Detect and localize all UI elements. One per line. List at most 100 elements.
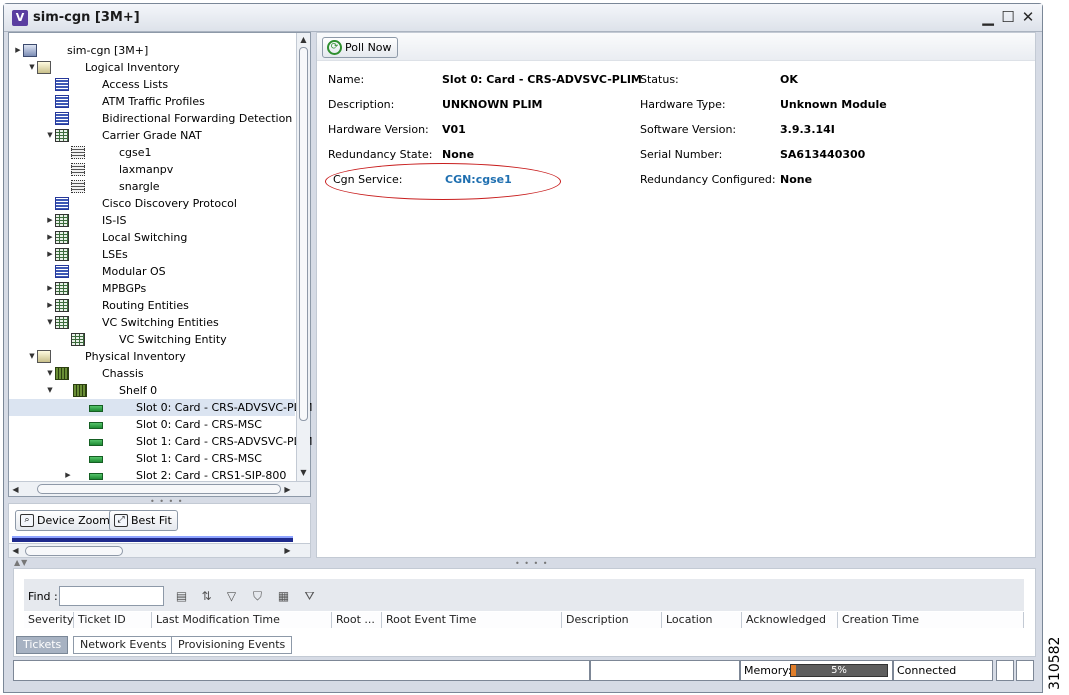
tree-item[interactable]: Modular OS — [9, 263, 295, 280]
tree-item[interactable]: ▶ Local Switching — [9, 229, 295, 246]
collapse-icon[interactable]: ▼ — [27, 348, 37, 365]
collapse-icon[interactable]: ▼ — [45, 382, 55, 399]
tree-item[interactable]: ATM Traffic Profiles — [9, 93, 295, 110]
hardware-type-value: Unknown Module — [780, 98, 887, 111]
column-header-severity[interactable]: Severity — [24, 612, 74, 628]
tree-item[interactable]: ▶ LSEs — [9, 246, 295, 263]
column-header-description[interactable]: Description — [562, 612, 662, 628]
scroll-up-icon[interactable]: ▲ — [297, 33, 310, 46]
inventory-tree[interactable]: ▶ sim-cgn [3M+] ▼ Logical Inventory Access L… — [8, 32, 313, 497]
column-header-root[interactable]: Root ... — [332, 612, 382, 628]
tree-item[interactable]: ▼ Chassis — [9, 365, 295, 382]
collapse-icon[interactable]: ▼ — [45, 127, 55, 144]
tree-item-label: Shelf 0 — [119, 384, 158, 397]
status-cell — [590, 660, 740, 681]
scroll-right-icon[interactable]: ▶ — [281, 544, 294, 557]
find-input[interactable] — [59, 586, 164, 606]
callout-ellipse — [325, 163, 561, 200]
tree-item[interactable]: Access Lists — [9, 76, 295, 93]
tree-item[interactable]: ▶ Routing Entities — [9, 297, 295, 314]
device-zoom-label: Device Zoom — [37, 514, 110, 527]
leaf-icon — [71, 163, 85, 176]
sort-icon[interactable]: ⇅ — [199, 589, 214, 604]
scroll-thumb[interactable] — [25, 546, 123, 556]
tree-item[interactable]: Bidirectional Forwarding Detection — [9, 110, 295, 127]
grid-icon — [55, 282, 69, 295]
tree-item[interactable]: Slot 0: Card - CRS-MSC — [9, 416, 295, 433]
column-header-acknowledged[interactable]: Acknowledged — [742, 612, 838, 628]
column-header-last-modification-time[interactable]: Last Modification Time — [152, 612, 332, 628]
redundancy-state-value: None — [442, 148, 475, 161]
splitter-handle[interactable]: • • • • — [515, 559, 549, 568]
tree-item[interactable]: ▶ MPBGPs — [9, 280, 295, 297]
find-label: Find : — [28, 590, 58, 603]
tree-item[interactable]: ▼ VC Switching Entities — [9, 314, 295, 331]
column-header-ticket-id[interactable]: Ticket ID — [74, 612, 152, 628]
tree-item[interactable]: Slot 1: Card - CRS-MSC — [9, 450, 295, 467]
tree-vertical-scrollbar[interactable]: ▲ ▼ — [296, 33, 310, 481]
expand-icon[interactable]: ▶ — [45, 212, 55, 229]
serial-number-value: SA613440300 — [780, 148, 866, 161]
tree-item[interactable]: VC Switching Entity — [9, 331, 295, 348]
tree-item[interactable]: Slot 1: Card - CRS-ADVSVC-PLIM — [9, 433, 313, 450]
tab-network-events[interactable]: Network Events — [73, 636, 174, 654]
tree-item-label: snargle — [119, 180, 160, 193]
tree-item-label: MPBGPs — [102, 282, 147, 295]
clear-filter-icon[interactable]: ⛛ — [302, 589, 317, 604]
tree-item[interactable]: ▼ Shelf 0 — [9, 382, 295, 399]
tree-item[interactable]: ▼ Carrier Grade NAT — [9, 127, 295, 144]
tree-item[interactable]: ▼ Logical Inventory — [9, 59, 295, 76]
collapse-icon[interactable]: ▼ — [27, 59, 37, 76]
tree-item[interactable]: ▶ sim-cgn [3M+] — [9, 42, 295, 59]
tab-tickets[interactable]: Tickets — [16, 636, 69, 654]
minimize-icon[interactable]: ▁ — [979, 8, 997, 26]
collapse-arrows-icon[interactable]: ▲▼ — [14, 558, 28, 567]
tree-item[interactable]: Cisco Discovery Protocol — [9, 195, 295, 212]
overview-map[interactable] — [12, 536, 293, 542]
name-value: Slot 0: Card - CRS-ADVSVC-PLIM — [442, 73, 642, 86]
close-icon[interactable]: ✕ — [1019, 8, 1037, 26]
software-version-value: 3.9.3.14I — [780, 123, 835, 136]
grid-icon — [55, 231, 69, 244]
scroll-thumb[interactable] — [37, 484, 281, 494]
device-zoom-button[interactable]: ⌕ Device Zoom — [15, 510, 116, 531]
collapse-icon[interactable]: ▼ — [45, 365, 55, 382]
column-header-creation-time[interactable]: Creation Time — [838, 612, 1024, 628]
tree-item-label: Chassis — [102, 367, 144, 380]
fit-icon: ⤢ — [114, 514, 128, 527]
serial-number-label: Serial Number: — [640, 148, 723, 161]
tree-item[interactable]: ▶ IS-IS — [9, 212, 295, 229]
scroll-thumb[interactable] — [299, 47, 308, 421]
maximize-icon[interactable]: ☐ — [999, 8, 1017, 26]
advanced-filter-icon[interactable]: ⛉ — [250, 589, 265, 604]
filter-icon[interactable]: ▽ — [224, 589, 239, 604]
column-header-root-event-time[interactable]: Root Event Time — [382, 612, 562, 628]
export-icon[interactable]: ▦ — [276, 589, 291, 604]
tree-item[interactable]: Slot 0: Card - CRS-ADVSVC-PLIM — [9, 399, 313, 416]
best-fit-button[interactable]: ⤢ Best Fit — [109, 510, 178, 531]
tab-provisioning-events[interactable]: Provisioning Events — [171, 636, 293, 654]
overview-horizontal-scrollbar[interactable]: ◀ ▶ — [9, 543, 310, 557]
scroll-right-icon[interactable]: ▶ — [281, 483, 294, 496]
tree-horizontal-scrollbar[interactable]: ◀ ▶ — [9, 481, 310, 496]
scroll-left-icon[interactable]: ◀ — [9, 544, 22, 557]
collapse-icon[interactable]: ▼ — [45, 314, 55, 331]
expand-icon[interactable]: ▶ — [45, 246, 55, 263]
expand-icon[interactable]: ▶ — [45, 297, 55, 314]
scroll-down-icon[interactable]: ▼ — [297, 466, 310, 479]
table-properties-icon[interactable]: ▤ — [174, 589, 189, 604]
scroll-left-icon[interactable]: ◀ — [9, 483, 22, 496]
tree-item[interactable]: snargle — [9, 178, 295, 195]
list-icon — [55, 78, 69, 91]
tree-item[interactable]: cgse1 — [9, 144, 295, 161]
expand-icon[interactable]: ▶ — [45, 280, 55, 297]
name-label: Name: — [328, 73, 365, 86]
expand-icon[interactable]: ▶ — [45, 229, 55, 246]
tree-item[interactable]: ▼ Physical Inventory — [9, 348, 295, 365]
column-header-location[interactable]: Location — [662, 612, 742, 628]
expand-icon[interactable]: ▶ — [13, 42, 23, 59]
tree-item[interactable]: laxmanpv — [9, 161, 295, 178]
grid-icon — [55, 214, 69, 227]
poll-now-button[interactable]: ⟳ Poll Now — [322, 37, 398, 58]
memory-usage-bar: 5% — [790, 664, 888, 677]
